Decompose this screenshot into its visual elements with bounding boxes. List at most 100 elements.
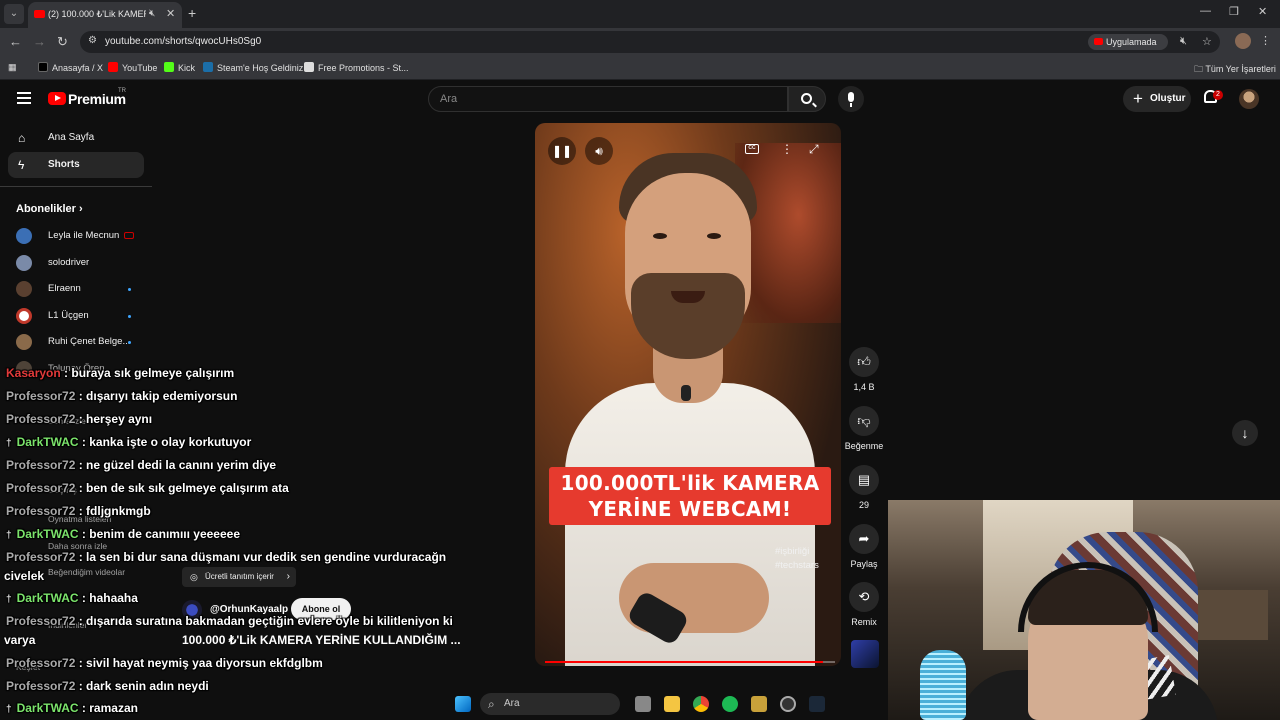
rgb-lamp [920, 650, 966, 720]
create-button[interactable]: + Oluştur [1123, 86, 1191, 112]
brand-country: TR [118, 88, 126, 94]
tab-mute-icon[interactable]: 🔇︎ [149, 8, 155, 19]
chat-username: Professor72 [6, 458, 76, 472]
bookmark-youtube[interactable]: YouTube [108, 62, 157, 73]
chat-text: ne güzel dedi la canını yerim diye [86, 458, 277, 472]
back-icon[interactable]: ← [9, 34, 22, 49]
sidebar-item-liked[interactable]: Beğendiğim videolar [48, 567, 125, 577]
sidebar-item-shorts[interactable]: ϟ Shorts [8, 152, 144, 178]
folder-icon: 🗀︎ [1194, 64, 1206, 74]
search-button[interactable] [788, 86, 826, 112]
sidebar-item-home[interactable]: ⌂ Ana Sayfa [8, 125, 144, 151]
chat-username: Professor72 [6, 656, 76, 670]
chat-username: Professor72 [6, 679, 76, 693]
chat-separator: : [75, 481, 87, 495]
share-button[interactable]: ➦ [849, 524, 879, 554]
progress-fill [545, 661, 824, 663]
paid-promotion-pill[interactable]: Ücretli tanıtım içerir› [182, 567, 296, 587]
forward-icon[interactable]: → [33, 34, 46, 49]
browser-profile-avatar[interactable] [1235, 33, 1251, 49]
spotify-icon[interactable] [722, 696, 738, 712]
chat-separator: : [75, 614, 87, 628]
youtube-favicon-icon [34, 10, 45, 18]
bookmark-kick[interactable]: Kick [164, 62, 195, 73]
captions-icon[interactable]: CC [745, 144, 759, 154]
bookmark-free-promotions[interactable]: Free Promotions - St... [304, 62, 409, 73]
chat-username: DarkTWAC [16, 527, 79, 541]
browser-menu-icon[interactable]: ⋮ [1260, 34, 1271, 47]
next-video-button[interactable]: ↓ [1232, 420, 1258, 446]
chrome-icon[interactable] [693, 696, 709, 712]
subscription-item[interactable]: L1 Üçgen [16, 307, 146, 325]
window-close-icon[interactable]: ✕ [1258, 5, 1267, 18]
tab-close-icon[interactable]: ✕ [166, 7, 175, 20]
page-icon [304, 62, 314, 72]
site-info-icon[interactable]: ⚙︎ [88, 35, 97, 46]
account-avatar[interactable] [1239, 89, 1259, 109]
fullscreen-icon[interactable]: ⤢ [809, 142, 819, 157]
file-explorer-icon[interactable] [664, 696, 680, 712]
chat-separator: : [75, 656, 87, 670]
chevron-right-icon: › [286, 571, 290, 582]
guide-menu-icon[interactable] [17, 92, 31, 104]
bookmark-x[interactable]: Anasayfa / X [38, 62, 103, 73]
microphone-icon [848, 92, 854, 107]
channel-avatar [16, 281, 32, 297]
chat-message: † DarkTWAC : hahaaha [6, 591, 138, 605]
media-muted-icon[interactable]: 🔇︎ [1180, 35, 1187, 48]
subscriptions-heading[interactable]: Abonelikler › [16, 203, 83, 215]
youtube-logo-icon[interactable] [48, 92, 66, 105]
chat-message: Professor72 : ne güzel dedi la canını ye… [6, 458, 276, 472]
comments-button[interactable]: ▤ [849, 465, 879, 495]
subscription-item[interactable]: Ruhi Çenet Belge... [16, 333, 146, 351]
subscription-item[interactable]: Leyla ile Mecnun [16, 227, 146, 245]
comment-count: 29 [858, 500, 869, 510]
chat-text: la sen bi dur sana düşmanı vur dedik sen… [86, 550, 447, 564]
reload-icon[interactable]: ↻ [57, 34, 68, 50]
chat-message: † DarkTWAC : benim de canımııı yeeeeee [6, 527, 240, 541]
audio-thumbnail[interactable] [851, 640, 879, 668]
minimize-icon[interactable]: — [1200, 5, 1211, 17]
address-bar[interactable]: ⚙︎ youtube.com/shorts/qwocUHs0Sg0 Uygula… [80, 31, 1220, 63]
subscription-item[interactable]: Elraenn [16, 280, 146, 298]
app-icon[interactable] [751, 696, 767, 712]
open-in-app-button[interactable]: Uygulamada aç [1088, 34, 1168, 63]
tab-search-button[interactable]: ⌄ [4, 4, 24, 24]
dislike-button[interactable]: 👎︎ [849, 406, 879, 436]
volume-icon[interactable]: 🔊︎ [585, 137, 613, 165]
tab-title: (2) 100.000 ₺'Lik KAMERA Y [48, 9, 146, 19]
video-title[interactable]: 100.000 ₺'Lik KAMERA YERİNE KULLANDIĞIM … [182, 633, 461, 647]
bookmark-star-icon[interactable]: ☆ [1202, 35, 1212, 48]
like-button[interactable]: 👍︎ [849, 347, 879, 377]
subscription-item[interactable]: solodriver [16, 254, 146, 272]
steam-logo-icon [203, 62, 213, 72]
shorts-video-player[interactable]: ❚❚ 🔊︎ CC ⋮ ⤢ 100.000TL'lik KAMERA YERİNE… [535, 123, 841, 666]
more-options-icon[interactable]: ⋮ [781, 142, 793, 156]
active-tab[interactable]: (2) 100.000 ₺'Lik KAMERA Y 🔇︎ ✕ [28, 2, 182, 28]
notification-badge: 2 [1213, 90, 1223, 100]
live-indicator-icon [124, 232, 134, 239]
voice-search-button[interactable] [838, 86, 864, 112]
streamer-webcam [888, 500, 1280, 720]
remix-button[interactable]: ⟲ [849, 582, 879, 612]
apps-grid-icon[interactable]: ▦ [8, 62, 17, 73]
moderator-badge-icon: † [6, 438, 12, 449]
new-tab-button[interactable]: + [188, 5, 196, 21]
taskbar-search[interactable]: Ara [480, 693, 620, 715]
pause-icon[interactable]: ❚❚ [548, 137, 576, 165]
task-view-icon[interactable] [635, 696, 651, 712]
obs-icon[interactable] [780, 696, 796, 712]
url-text: youtube.com/shorts/qwocUHs0Sg0 [105, 36, 262, 47]
bookmark-steam[interactable]: Steam'e Hoş Geldiniz [203, 62, 303, 73]
restore-icon[interactable]: ❐ [1229, 5, 1239, 18]
search-input[interactable]: Ara [428, 86, 788, 112]
video-progress-bar[interactable] [545, 661, 835, 663]
video-caption-banner: 100.000TL'lik KAMERA YERİNE WEBCAM! [549, 467, 831, 525]
chat-text: herşey aynı [86, 412, 153, 426]
all-bookmarks[interactable]: 🗀︎ Tüm Yer İşaretleri [1194, 62, 1276, 78]
windows-start-icon[interactable] [455, 696, 471, 712]
moderator-badge-icon: † [6, 594, 12, 605]
steam-icon[interactable] [809, 696, 825, 712]
plus-icon: + [1133, 89, 1143, 108]
sidebar-divider [0, 186, 152, 187]
